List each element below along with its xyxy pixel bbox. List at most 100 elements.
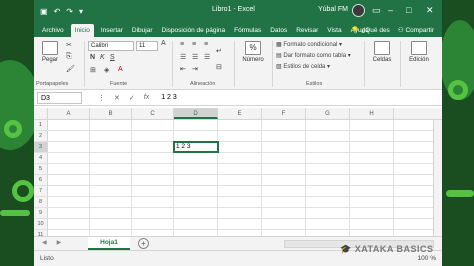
underline-icon[interactable]: S — [110, 54, 115, 61]
cell[interactable] — [90, 186, 132, 196]
column-header[interactable]: E — [218, 108, 262, 119]
cell[interactable] — [350, 186, 394, 196]
cell[interactable] — [350, 197, 394, 207]
cell[interactable] — [174, 186, 218, 196]
cell[interactable] — [262, 142, 306, 152]
cell[interactable] — [174, 164, 218, 174]
row-header[interactable]: 9 — [34, 208, 48, 218]
cell[interactable] — [218, 219, 262, 229]
cell[interactable] — [174, 219, 218, 229]
cell[interactable] — [48, 131, 90, 141]
cell[interactable] — [218, 208, 262, 218]
name-box[interactable]: D3 — [37, 91, 82, 104]
cell[interactable] — [132, 208, 174, 218]
tab-datos[interactable]: Datos — [268, 27, 289, 37]
cell[interactable] — [90, 131, 132, 141]
ribbon-options-icon[interactable]: ▭ — [372, 5, 381, 16]
cell[interactable] — [174, 175, 218, 185]
row-header[interactable]: 3 — [34, 142, 48, 152]
row-header[interactable]: 2 — [34, 131, 48, 141]
row-header[interactable]: 8 — [34, 197, 48, 207]
row-header[interactable]: 7 — [34, 186, 48, 196]
cell[interactable] — [262, 120, 306, 130]
cell[interactable] — [48, 175, 90, 185]
active-cell[interactable]: 1 2 3 — [173, 141, 219, 153]
conditional-format-button[interactable]: ▦ Formato condicional ▾ — [276, 41, 342, 48]
font-color-icon[interactable]: A — [118, 66, 123, 73]
cell[interactable] — [350, 164, 394, 174]
editing-button[interactable]: Edición — [404, 41, 434, 63]
cell[interactable] — [90, 197, 132, 207]
confirm-icon[interactable]: ✓ — [129, 94, 135, 102]
cell[interactable] — [262, 208, 306, 218]
cell[interactable] — [48, 142, 90, 152]
tab-revisar[interactable]: Revisar — [294, 27, 320, 37]
cell[interactable] — [48, 164, 90, 174]
cell[interactable] — [262, 175, 306, 185]
cell[interactable] — [218, 197, 262, 207]
column-header[interactable]: F — [262, 108, 306, 119]
tab-formulas[interactable]: Fórmulas — [232, 27, 263, 37]
cell[interactable] — [132, 186, 174, 196]
column-header[interactable]: C — [132, 108, 174, 119]
cell[interactable] — [218, 186, 262, 196]
next-sheet-icon[interactable]: ▶ — [57, 239, 62, 246]
user-name[interactable]: Yúbal FM — [318, 6, 348, 13]
row-header[interactable]: 6 — [34, 175, 48, 185]
cell[interactable] — [90, 175, 132, 185]
cell[interactable] — [90, 120, 132, 130]
cell[interactable] — [48, 186, 90, 196]
row-header[interactable]: 5 — [34, 164, 48, 174]
align-middle-icon[interactable]: ≡ — [192, 41, 196, 48]
cell[interactable] — [48, 219, 90, 229]
cell[interactable] — [262, 164, 306, 174]
cell[interactable] — [262, 131, 306, 141]
tab-disposicion[interactable]: Disposición de página — [160, 27, 228, 37]
cell[interactable] — [306, 197, 350, 207]
cell[interactable] — [350, 142, 394, 152]
select-all-button[interactable] — [34, 108, 48, 119]
cell[interactable] — [90, 208, 132, 218]
cell[interactable] — [306, 164, 350, 174]
align-top-icon[interactable]: ≡ — [180, 41, 184, 48]
borders-icon[interactable]: ⊞ — [90, 66, 96, 74]
cell[interactable] — [350, 175, 394, 185]
tab-vista[interactable]: Vista — [325, 27, 343, 37]
share-button[interactable]: ⚇ Compartir — [398, 26, 434, 34]
cell[interactable] — [174, 120, 218, 130]
cell[interactable] — [218, 131, 262, 141]
cell[interactable] — [90, 164, 132, 174]
cell[interactable] — [262, 219, 306, 229]
cell[interactable] — [132, 120, 174, 130]
add-sheet-icon[interactable]: + — [138, 238, 149, 249]
cell[interactable] — [48, 120, 90, 130]
font-size-select[interactable]: 11 — [136, 41, 158, 51]
cell[interactable] — [132, 175, 174, 185]
paste-button[interactable]: Pegar — [38, 41, 62, 63]
cell[interactable] — [306, 131, 350, 141]
align-right-icon[interactable]: ☰ — [204, 53, 210, 61]
cell[interactable] — [306, 142, 350, 152]
row-header[interactable]: 10 — [34, 219, 48, 229]
cell[interactable] — [48, 208, 90, 218]
tell-me-field[interactable]: 💡 ¿Qué des — [351, 26, 389, 34]
cell[interactable] — [218, 142, 262, 152]
tab-archivo[interactable]: Archivo — [40, 27, 66, 37]
cell[interactable] — [218, 153, 262, 163]
cell[interactable] — [90, 142, 132, 152]
save-icon[interactable]: ▣ — [40, 7, 48, 16]
cell[interactable] — [174, 208, 218, 218]
column-header[interactable]: H — [350, 108, 394, 119]
increase-indent-icon[interactable]: ⇥ — [192, 65, 198, 73]
cell[interactable] — [218, 164, 262, 174]
cell[interactable] — [90, 153, 132, 163]
cell[interactable] — [132, 219, 174, 229]
cell[interactable] — [132, 164, 174, 174]
redo-icon[interactable]: ↷ — [66, 7, 73, 16]
column-header[interactable]: B — [90, 108, 132, 119]
format-as-table-button[interactable]: ▤ Dar formato como tabla ▾ — [276, 52, 351, 59]
cell[interactable] — [132, 197, 174, 207]
cell[interactable] — [306, 186, 350, 196]
font-name-select[interactable]: Calibri — [88, 41, 134, 51]
tab-dibujar[interactable]: Dibujar — [130, 27, 155, 37]
